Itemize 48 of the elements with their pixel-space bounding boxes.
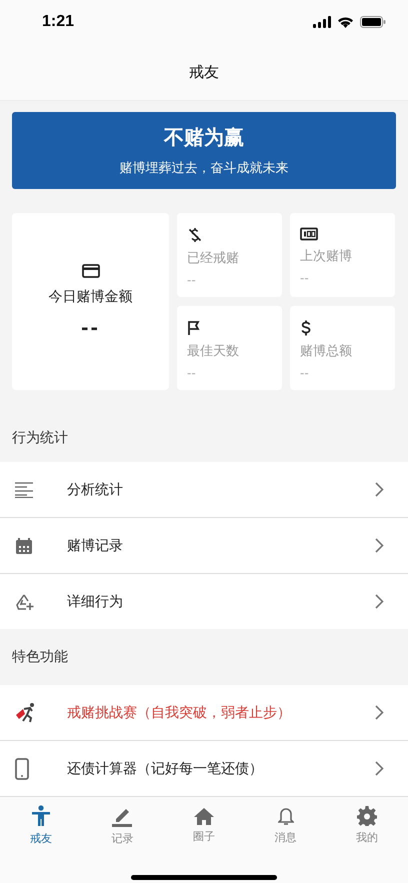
house-icon <box>194 806 214 824</box>
lines-icon <box>15 482 33 498</box>
page-title: 戒友 <box>189 62 219 82</box>
card-icon <box>82 264 100 278</box>
chevron-icon <box>375 538 384 553</box>
stat-label: 赌博总额 <box>300 343 352 360</box>
menu-label: 还债计算器（记好每一笔还债） <box>67 760 264 778</box>
tab-item[interactable]: 记录 <box>82 797 164 853</box>
settings-icon <box>357 806 378 826</box>
counter-icon <box>300 227 318 241</box>
person-icon <box>30 804 51 826</box>
menu-label: 戒赌挑战赛（自我突破，弱者止步） <box>67 704 292 722</box>
menu-label: 赌博记录 <box>67 536 124 554</box>
banner-title: 不赌为赢 <box>164 124 244 151</box>
chevron-icon <box>375 705 384 720</box>
section-title: 行为统计 <box>12 428 68 446</box>
banner-subtitle: 赌博埋葬过去，奋斗成就未来 <box>120 160 288 177</box>
chevron-icon <box>375 761 384 776</box>
stat-value: -- <box>300 366 309 380</box>
status-time: 1:21 <box>42 13 74 31</box>
dollar-icon <box>300 320 312 336</box>
tab-item[interactable]: 戒友 <box>0 797 82 853</box>
crossed-dollar-icon <box>187 227 203 243</box>
stat-value: -- <box>81 318 100 339</box>
bell-icon <box>278 806 294 826</box>
battery-icon <box>360 16 386 28</box>
tab-item[interactable]: 消息 <box>244 797 326 853</box>
stat-value: -- <box>187 366 196 380</box>
phone-icon <box>15 758 29 780</box>
section-title: 特色功能 <box>12 648 68 666</box>
stat-value: -- <box>187 273 196 287</box>
menu-label: 分析统计 <box>67 480 124 498</box>
calendar-icon <box>15 536 33 554</box>
chevron-icon <box>375 482 384 497</box>
stat-value: -- <box>300 271 309 285</box>
tab-item[interactable]: 圈子 <box>163 797 245 853</box>
menu-label: 详细行为 <box>67 592 124 610</box>
triangle-plus-icon <box>15 592 35 610</box>
stat-label: 最佳天数 <box>187 343 239 360</box>
signal-icon <box>313 16 331 28</box>
caped-runner-icon <box>15 702 37 724</box>
tab-item[interactable]: 我的 <box>326 797 408 853</box>
flag-icon <box>187 320 201 336</box>
stat-label: 已经戒赌 <box>187 250 239 267</box>
stat-label: 上次赌博 <box>300 248 352 265</box>
wifi-icon <box>337 16 354 28</box>
chevron-icon <box>375 594 384 609</box>
stat-label: 今日赌博金额 <box>48 288 132 306</box>
